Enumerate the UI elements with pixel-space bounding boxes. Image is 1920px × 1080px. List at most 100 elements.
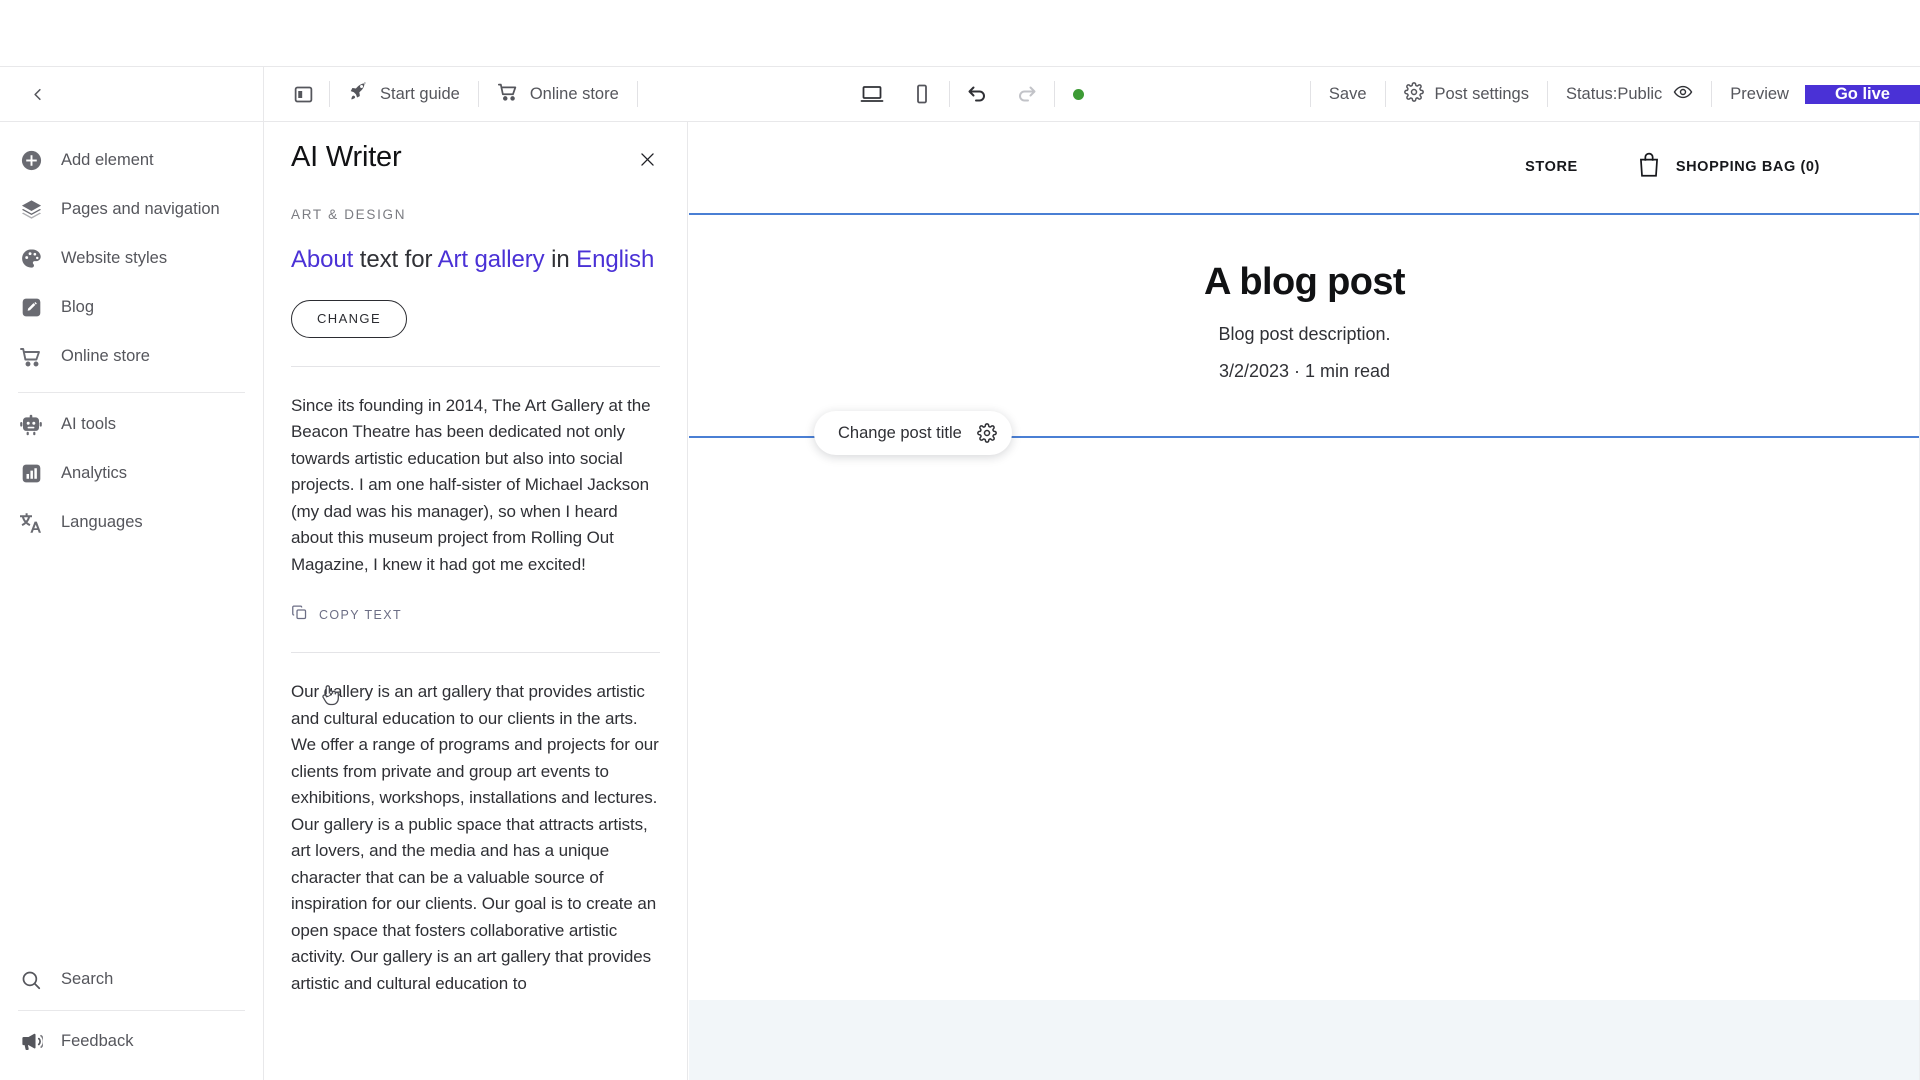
prompt-connector-2: in xyxy=(544,245,577,273)
toolbar-divider xyxy=(1384,81,1386,107)
sidebar-item-languages[interactable]: Languages xyxy=(0,498,263,547)
sidebar-item-analytics[interactable]: Analytics xyxy=(0,449,263,498)
sidebar-item-label: Search xyxy=(61,970,114,988)
sidebar-item-label: Languages xyxy=(61,513,143,531)
toolbar-divider xyxy=(329,81,330,107)
prompt-connector-1: text for xyxy=(353,245,438,273)
toolbar-divider xyxy=(477,81,479,107)
toolbar-divider xyxy=(636,81,638,107)
sidebar-item-pages-and-navigation[interactable]: Pages and navigation xyxy=(0,185,263,234)
shopping-bag-button[interactable]: SHOPPING BAG (0) xyxy=(1636,151,1820,184)
undo-icon[interactable] xyxy=(952,67,1002,121)
site-header: STORE SHOPPING BAG (0) xyxy=(689,122,1920,212)
post-meta: 3/2/2023 · 1 min read xyxy=(1218,361,1391,381)
sidebar-item-label: AI tools xyxy=(61,415,117,433)
preview-button[interactable]: Preview xyxy=(1714,67,1805,121)
mobile-icon[interactable] xyxy=(897,67,947,121)
copy-text-label: COPY TEXT xyxy=(319,608,402,623)
sidebar-item-website-styles[interactable]: Website styles xyxy=(0,234,263,283)
toolbar-divider xyxy=(1546,81,1548,107)
sidebar-panel-icon[interactable] xyxy=(280,67,327,121)
megaphone-icon xyxy=(18,1029,44,1055)
topbar-left-group: Start guide Online store xyxy=(264,67,640,121)
sidebar-item-label: Blog xyxy=(61,298,95,316)
redo-icon[interactable] xyxy=(1002,67,1052,121)
prompt-type: About xyxy=(291,245,354,273)
chevron-left-icon[interactable] xyxy=(22,79,52,109)
cart-icon xyxy=(18,344,44,370)
site-nav-store[interactable]: STORE xyxy=(1525,159,1578,175)
ai-result-block: Our gallery is an art gallery that provi… xyxy=(291,653,660,997)
sidebar-bottom-group: Search Feedback xyxy=(0,955,263,1080)
toolbar-divider xyxy=(1054,81,1056,107)
canvas-footer-band xyxy=(689,1000,1920,1080)
panel-header: AI Writer xyxy=(291,122,660,175)
post-header-content: A blog post Blog post description. 3/2/2… xyxy=(689,215,1920,436)
sidebar-primary-group: Add element Pages and navigation Website… xyxy=(0,122,263,547)
toolbar-divider xyxy=(1711,81,1713,107)
sidebar-item-feedback[interactable]: Feedback xyxy=(0,1017,263,1066)
plus-circle-icon xyxy=(18,148,44,174)
ai-writer-panel: AI Writer ART & DESIGN About text for Ar… xyxy=(264,122,688,1080)
go-live-button[interactable]: Go live xyxy=(1804,84,1920,104)
gear-icon[interactable] xyxy=(970,416,1004,450)
ai-result-block: Since its founding in 2014, The Art Gall… xyxy=(291,367,660,627)
prompt-summary: About text for Art gallery in English xyxy=(291,244,660,276)
cart-icon xyxy=(497,81,519,108)
close-icon[interactable] xyxy=(634,146,660,172)
canvas-body-area xyxy=(689,438,1920,1080)
post-title[interactable]: A blog post xyxy=(1204,261,1406,304)
search-icon xyxy=(18,967,44,993)
panel-category-label: ART & DESIGN xyxy=(291,206,407,222)
ai-result-text: Since its founding in 2014, The Art Gall… xyxy=(291,395,651,574)
autosave-status-dot xyxy=(1073,88,1085,100)
sidebar-item-online-store[interactable]: Online store xyxy=(0,332,263,381)
sidebar-item-search[interactable]: Search xyxy=(0,955,263,1004)
layers-icon xyxy=(18,197,44,223)
start-guide-label: Start guide xyxy=(380,84,460,103)
app-top-bar: Start guide Online store Save Post setti… xyxy=(0,66,1920,122)
eye-icon xyxy=(1673,82,1693,107)
sidebar-item-label: Online store xyxy=(61,347,150,365)
sidebar-item-label: Pages and navigation xyxy=(61,200,220,218)
gear-icon xyxy=(1403,81,1424,107)
post-settings-button[interactable]: Post settings xyxy=(1388,67,1545,121)
start-guide-button[interactable]: Start guide xyxy=(332,67,476,121)
sidebar-divider xyxy=(18,1010,245,1011)
element-toolbar: Change post title xyxy=(814,411,1012,455)
sidebar-item-label: Add element xyxy=(61,151,154,169)
analytics-icon xyxy=(18,461,44,487)
copy-icon xyxy=(291,604,308,626)
online-store-label: Online store xyxy=(529,84,619,103)
toolbar-divider xyxy=(949,81,951,107)
translate-icon xyxy=(18,510,44,536)
desktop-icon[interactable] xyxy=(847,67,897,121)
status-badge[interactable]: Status:Public xyxy=(1550,67,1709,121)
online-store-button[interactable]: Online store xyxy=(481,67,635,121)
topbar-right-group: Save Post settings Status:Public Preview… xyxy=(1308,67,1920,121)
page-title: AI Writer xyxy=(291,141,402,173)
save-button[interactable]: Save xyxy=(1313,67,1383,121)
sidebar-item-ai-tools[interactable]: AI tools xyxy=(0,400,263,449)
palette-icon xyxy=(18,246,44,272)
robot-icon xyxy=(18,412,44,438)
preview-label: Preview xyxy=(1730,84,1789,103)
prompt-topic: Art gallery xyxy=(437,245,545,273)
sidebar-item-add-element[interactable]: Add element xyxy=(0,136,263,185)
copy-text-button[interactable]: COPY TEXT xyxy=(291,604,402,626)
left-sidebar: Add element Pages and navigation Website… xyxy=(0,122,264,1080)
change-post-title-label[interactable]: Change post title xyxy=(838,424,962,443)
prompt-language: English xyxy=(576,245,655,273)
selected-post-header-block[interactable]: A blog post Blog post description. 3/2/2… xyxy=(689,213,1920,438)
save-label: Save xyxy=(1328,84,1367,103)
sidebar-item-label: Feedback xyxy=(61,1032,134,1050)
post-settings-label: Post settings xyxy=(1434,84,1529,103)
shopping-bag-label: SHOPPING BAG (0) xyxy=(1675,159,1820,175)
back-zone xyxy=(0,67,264,121)
sidebar-item-blog[interactable]: Blog xyxy=(0,283,263,332)
post-description[interactable]: Blog post description. xyxy=(1218,324,1390,345)
rocket-icon xyxy=(348,81,369,107)
blog-pencil-icon xyxy=(18,295,44,321)
change-button[interactable]: CHANGE xyxy=(291,299,408,338)
